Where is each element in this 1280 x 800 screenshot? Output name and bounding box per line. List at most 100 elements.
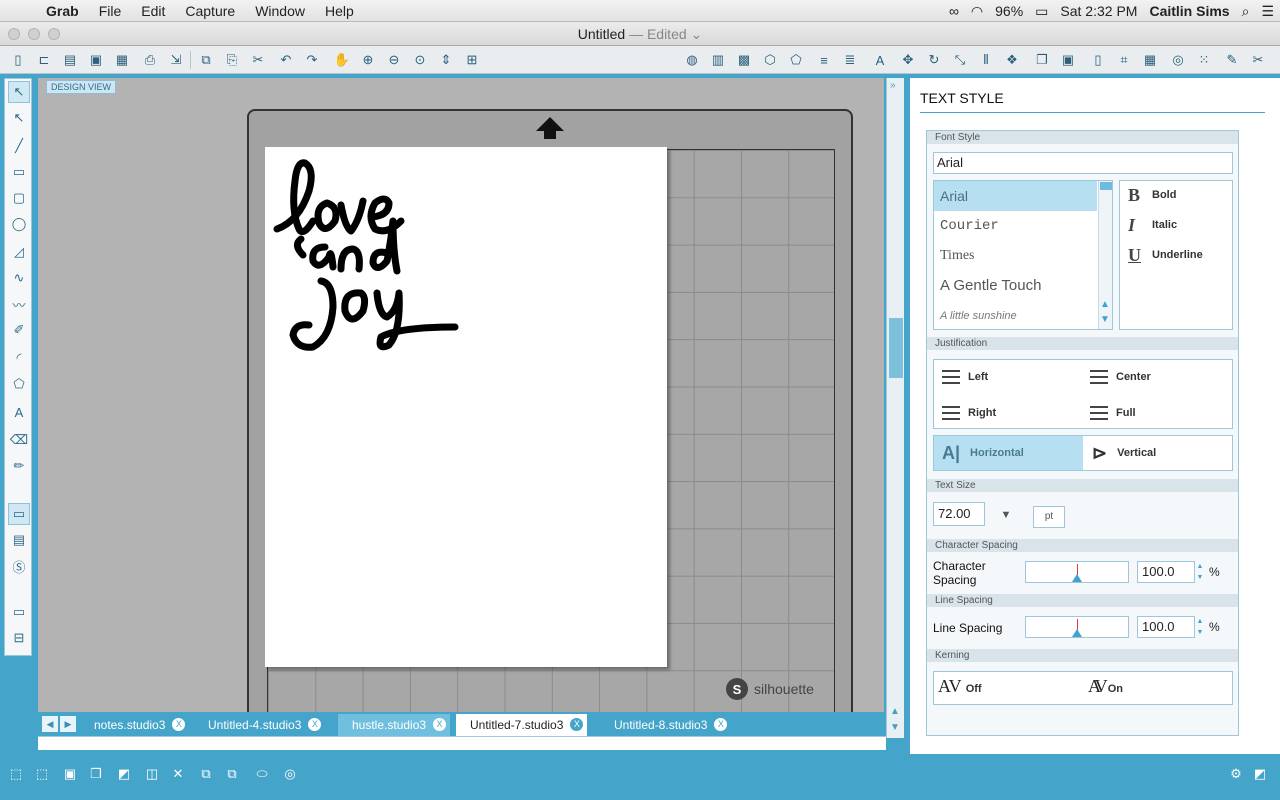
line-spacing-input[interactable]: 100.0 (1137, 616, 1195, 638)
design-view-icon[interactable]: ▭ (8, 503, 30, 525)
page-setup-icon[interactable]: ▯ (1088, 50, 1108, 70)
font-name-input[interactable]: Arial (933, 152, 1233, 174)
minimize-window-button[interactable] (28, 28, 40, 40)
slider-handle[interactable] (1072, 574, 1082, 582)
modify-icon[interactable]: ▣ (1058, 50, 1078, 70)
line-color-icon[interactable]: ⬡ (760, 50, 780, 70)
save-to-library-icon[interactable]: ▦ (112, 50, 132, 70)
new-document-icon[interactable]: ▯ (8, 50, 28, 70)
deselect-icon[interactable]: ⬚ (32, 764, 52, 784)
character-spacing-stepper[interactable]: ▲ ▼ (1195, 561, 1205, 583)
gradient-fill-icon[interactable]: ▥ (708, 50, 728, 70)
underline-button[interactable]: U Underline (1128, 243, 1203, 267)
save-icon[interactable]: ▣ (86, 50, 106, 70)
arc-tool-icon[interactable]: ◜ (8, 347, 30, 369)
app-menu[interactable]: Grab (36, 3, 89, 19)
slider-handle[interactable] (1072, 629, 1082, 637)
eraser-tool-icon[interactable]: ⌫ (8, 429, 30, 451)
line-style-icon[interactable]: ⬠ (786, 50, 806, 70)
smooth-freehand-tool-icon[interactable]: ✐ (8, 319, 30, 341)
delete-icon[interactable]: ✕ (168, 764, 188, 784)
previous-tab-icon[interactable]: ◀ (42, 716, 58, 732)
zoom-out-icon[interactable]: ⊖ (384, 50, 404, 70)
bring-to-front-icon[interactable]: ⧉ (196, 764, 216, 784)
release-compound-icon[interactable]: ◫ (142, 764, 162, 784)
open-folder-icon[interactable]: ⊏ (34, 50, 54, 70)
line-weight-icon[interactable]: ≣ (840, 50, 860, 70)
horizontal-text-button[interactable]: A| Horizontal (934, 436, 1083, 470)
close-tab-icon[interactable]: X (433, 718, 447, 731)
polygon-tool-icon[interactable]: ◿ (8, 241, 30, 263)
scale-icon[interactable]: ⤡ (950, 50, 970, 70)
library-icon[interactable]: ▤ (8, 529, 30, 551)
send-to-back-icon[interactable]: ⧉ (222, 764, 242, 784)
rotate-icon[interactable]: ↻ (924, 50, 944, 70)
single-panel-view-icon[interactable]: ▭ (8, 601, 30, 623)
page-paper[interactable] (265, 147, 667, 667)
zoom-select-icon[interactable]: ⊙ (410, 50, 430, 70)
regular-polygon-tool-icon[interactable]: ⬠ (8, 373, 30, 395)
paste-icon[interactable]: ⎘ (222, 50, 242, 70)
rhinestone-icon[interactable]: ⁙ (1194, 50, 1214, 70)
font-list-scroll-thumb[interactable] (1100, 182, 1112, 190)
next-tab-icon[interactable]: ▶ (60, 716, 76, 732)
vertical-text-button[interactable]: ⊳ Vertical (1084, 436, 1233, 470)
bold-button[interactable]: B Bold (1128, 183, 1176, 207)
registration-marks-icon[interactable]: ⌗ (1114, 50, 1134, 70)
group-icon[interactable]: ▣ (60, 764, 80, 784)
font-list[interactable]: Arial Courier Times A Gentle Touch A lit… (933, 180, 1113, 330)
font-item-courier[interactable]: Courier (934, 211, 1097, 241)
copy-icon[interactable]: ⧉ (196, 50, 216, 70)
wifi-icon[interactable]: ◠ (965, 3, 989, 20)
file-menu[interactable]: File (89, 3, 132, 19)
open-library-icon[interactable]: ▤ (60, 50, 80, 70)
scroll-up-icon[interactable]: ▲ (890, 706, 900, 717)
font-item-a-little-sunshine[interactable]: A little sunshine (934, 301, 1097, 329)
character-spacing-slider[interactable] (1025, 561, 1129, 583)
offset-icon[interactable]: ❖ (1002, 50, 1022, 70)
close-window-button[interactable] (8, 28, 20, 40)
zoom-window-button[interactable] (48, 28, 60, 40)
justify-left-button[interactable]: Left (942, 370, 988, 384)
compound-path-icon[interactable]: ◩ (114, 764, 134, 784)
cut-icon[interactable]: ✂ (248, 50, 268, 70)
kerning-on-button[interactable]: AV On (1088, 676, 1123, 697)
text-style-icon[interactable]: A (870, 50, 890, 70)
tab-untitled-8[interactable]: Untitled-8.studio3 X (600, 714, 731, 736)
close-tab-icon[interactable]: X (714, 718, 728, 731)
kerning-off-button[interactable]: AV Off (938, 676, 982, 697)
edit-menu[interactable]: Edit (131, 3, 175, 19)
zoom-in-icon[interactable]: ⊕ (358, 50, 378, 70)
text-size-unit[interactable]: pt (1033, 506, 1065, 528)
ungroup-icon[interactable]: ❐ (86, 764, 106, 784)
select-tool-icon[interactable]: ↖ (8, 81, 30, 103)
rectangle-tool-icon[interactable]: ▭ (8, 161, 30, 183)
tab-hustle[interactable]: hustle.studio3 X (338, 714, 451, 736)
font-list-scrollbar[interactable]: ▲ ▼ (1098, 181, 1112, 329)
rounded-rectangle-tool-icon[interactable]: ▢ (8, 187, 30, 209)
love-and-joy-lettering-image[interactable] (269, 151, 469, 351)
tab-notes[interactable]: notes.studio3 X (80, 714, 189, 736)
user-name[interactable]: Caitlin Sims (1143, 3, 1235, 19)
text-size-dropdown-icon[interactable]: ▼ (991, 502, 1021, 528)
edited-indicator[interactable]: — Edited ⌄ (629, 26, 702, 42)
text-tool-icon[interactable]: A (8, 401, 30, 423)
split-view-icon[interactable]: ⊟ (8, 627, 30, 649)
justify-center-button[interactable]: Center (1090, 370, 1151, 384)
font-list-scroll-down-icon[interactable]: ▼ (1100, 314, 1110, 325)
send-icon[interactable]: ✂ (1248, 50, 1268, 70)
offset-outline-icon[interactable]: ◎ (280, 764, 300, 784)
curve-tool-icon[interactable]: ∿ (8, 267, 30, 289)
italic-button[interactable]: I Italic (1128, 213, 1177, 237)
help-menu[interactable]: Help (315, 3, 364, 19)
canvas-horizontal-scrollbar[interactable] (38, 736, 886, 750)
close-tab-icon[interactable]: X (172, 718, 186, 731)
scroll-down-icon[interactable]: ▼ (890, 722, 900, 733)
text-size-input[interactable]: 72.00 (933, 502, 985, 526)
creative-cloud-icon[interactable]: ∞ (943, 3, 965, 19)
resize-window-icon[interactable]: ◩ (1250, 764, 1270, 784)
line-spacing-stepper[interactable]: ▲ ▼ (1195, 616, 1205, 638)
tab-untitled-7[interactable]: Untitled-7.studio3 X (456, 714, 588, 736)
tab-untitled-4[interactable]: Untitled-4.studio3 X (194, 714, 325, 736)
sketch-icon[interactable]: ✎ (1222, 50, 1242, 70)
